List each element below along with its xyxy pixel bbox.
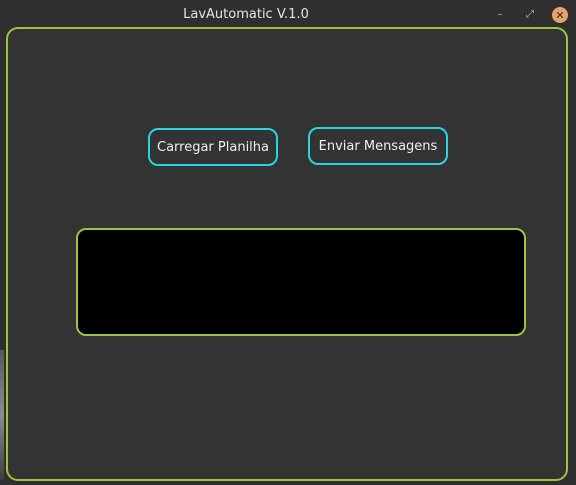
maximize-icon[interactable]: ⤢ — [522, 7, 538, 23]
app-window: LavAutomatic V.1.0 – ⤢ ✕ Carregar Planil… — [0, 0, 576, 485]
minimize-icon[interactable]: – — [492, 7, 508, 23]
load-spreadsheet-button[interactable]: Carregar Planilha — [148, 128, 278, 166]
output-textbox[interactable] — [76, 228, 526, 336]
title-bar[interactable]: LavAutomatic V.1.0 – ⤢ ✕ — [0, 0, 576, 30]
close-icon[interactable]: ✕ — [552, 7, 568, 23]
send-messages-button[interactable]: Enviar Mensagens — [308, 127, 448, 165]
background-edge — [0, 350, 4, 480]
window-title: LavAutomatic V.1.0 — [183, 7, 309, 22]
